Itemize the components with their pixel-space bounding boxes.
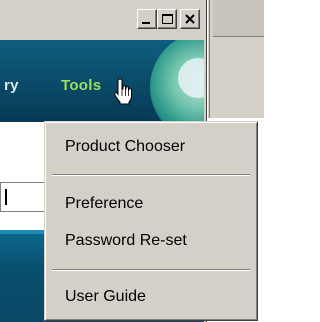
menu-item-label: Product Chooser bbox=[65, 138, 186, 155]
menu-item-preference[interactable]: Preference bbox=[45, 190, 257, 220]
header-banner: ry Tools bbox=[0, 40, 204, 122]
menu-item-label: Password Re-set bbox=[65, 232, 187, 249]
menu-separator bbox=[52, 174, 250, 176]
menu-item-label: Preference bbox=[65, 195, 144, 212]
menu-item-password-reset[interactable]: Password Re-set bbox=[45, 227, 257, 257]
maximize-icon bbox=[162, 14, 173, 24]
hand-pointer-icon bbox=[114, 78, 132, 105]
divider-highlight bbox=[207, 0, 208, 118]
close-button[interactable] bbox=[180, 9, 200, 29]
desktop-background bbox=[207, 0, 264, 118]
background-panel bbox=[213, 0, 264, 37]
menu-item-label: User Guide bbox=[65, 288, 146, 305]
text-field[interactable] bbox=[0, 182, 50, 212]
divider-shadow bbox=[209, 0, 210, 118]
minimize-button[interactable] bbox=[137, 9, 157, 29]
menu-item-product-chooser[interactable]: Product Chooser bbox=[45, 133, 257, 163]
maximize-button[interactable] bbox=[157, 9, 177, 29]
minimize-icon bbox=[142, 22, 150, 24]
close-icon bbox=[185, 14, 195, 24]
tools-dropdown-menu: Product Chooser Preference Password Re-s… bbox=[44, 121, 258, 321]
nav-item-tools[interactable]: Tools bbox=[61, 77, 101, 94]
menu-item-user-guide[interactable]: User Guide bbox=[45, 283, 257, 313]
text-caret bbox=[5, 189, 7, 205]
menu-separator bbox=[52, 269, 250, 271]
nav-item-previous[interactable]: ry bbox=[4, 77, 19, 94]
title-bar bbox=[0, 0, 204, 40]
